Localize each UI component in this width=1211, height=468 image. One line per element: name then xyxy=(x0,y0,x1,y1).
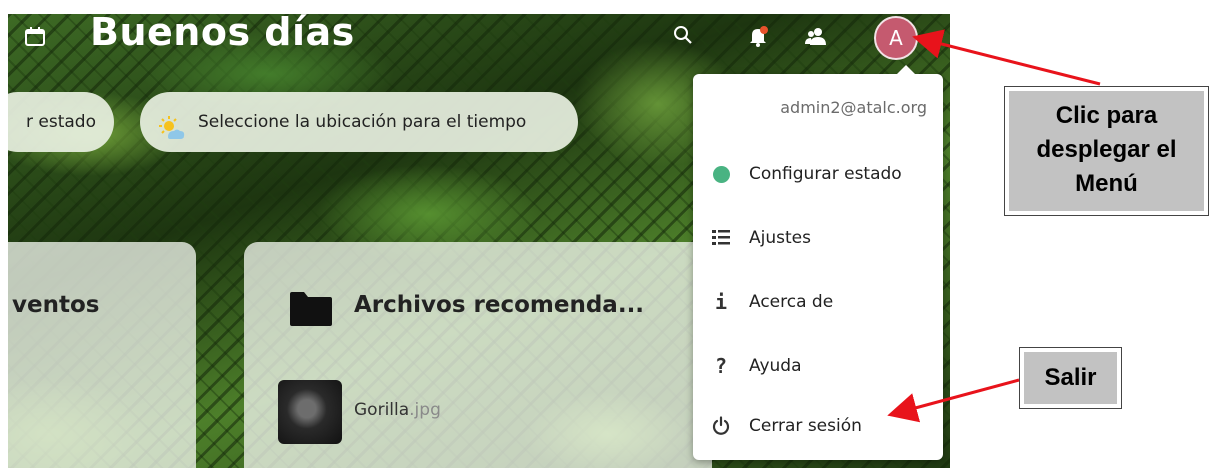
contacts-icon[interactable] xyxy=(804,24,828,48)
weather-location-label: Seleccione la ubicación para el tiempo xyxy=(198,112,527,132)
user-email: admin2@atalc.org xyxy=(780,98,927,117)
file-thumbnail[interactable] xyxy=(278,380,342,444)
weather-sun-icon xyxy=(158,108,186,139)
callout-line: Clic para xyxy=(1055,102,1158,129)
power-icon xyxy=(693,416,749,436)
recommended-files-widget: Archivos recomenda... Gorilla.jpg xyxy=(244,242,712,468)
weather-location-button[interactable]: Seleccione la ubicación para el tiempo xyxy=(140,92,578,152)
menu-item-label: Ajustes xyxy=(749,228,811,248)
menu-item-label: Ayuda xyxy=(749,356,802,376)
callout-exit-label: Salir xyxy=(1024,352,1117,404)
menu-item-label: Configurar estado xyxy=(749,164,902,184)
file-extension: .jpg xyxy=(409,400,441,420)
recommended-files-title: Archivos recomenda... xyxy=(354,292,645,318)
help-icon: ? xyxy=(714,354,728,378)
settings-list-icon xyxy=(693,229,749,247)
menu-item-label: Cerrar sesión xyxy=(749,416,862,436)
menu-item-logout[interactable]: Cerrar sesión xyxy=(693,400,943,452)
user-menu-dropdown: admin2@atalc.org Configurar estado Ajust… xyxy=(693,65,943,460)
menu-item-help[interactable]: ? Ayuda xyxy=(693,340,943,392)
avatar[interactable]: A xyxy=(874,16,918,60)
menu-item-label: Acerca de xyxy=(749,292,834,312)
file-name: Gorilla xyxy=(354,400,410,420)
notifications-icon[interactable] xyxy=(746,24,770,48)
events-widget-title: ventos xyxy=(12,292,100,318)
callout-open-menu: Clic para desplegar el Menú xyxy=(1004,86,1209,216)
set-status-label: r estado xyxy=(26,112,96,132)
info-icon: i xyxy=(714,290,728,314)
search-icon[interactable] xyxy=(672,24,694,46)
menu-item-settings[interactable]: Ajustes xyxy=(693,212,943,264)
menu-item-about[interactable]: i Acerca de xyxy=(693,276,943,328)
callout-exit: Salir xyxy=(1019,347,1122,409)
calendar-icon[interactable] xyxy=(24,26,46,46)
events-widget: ventos xyxy=(8,242,196,468)
menu-item-set-status[interactable]: Configurar estado xyxy=(693,148,943,200)
set-status-button[interactable]: r estado xyxy=(8,92,114,152)
callout-line: Menú xyxy=(1075,170,1138,197)
folder-icon xyxy=(290,290,332,326)
file-item[interactable]: Gorilla.jpg xyxy=(354,400,441,420)
status-dot-icon xyxy=(712,165,730,183)
callout-line: desplegar el xyxy=(1036,136,1177,163)
page-title: Buenos días xyxy=(90,14,355,54)
dashboard-screenshot: Buenos días A r estado Seleccione la ubi… xyxy=(8,14,950,468)
